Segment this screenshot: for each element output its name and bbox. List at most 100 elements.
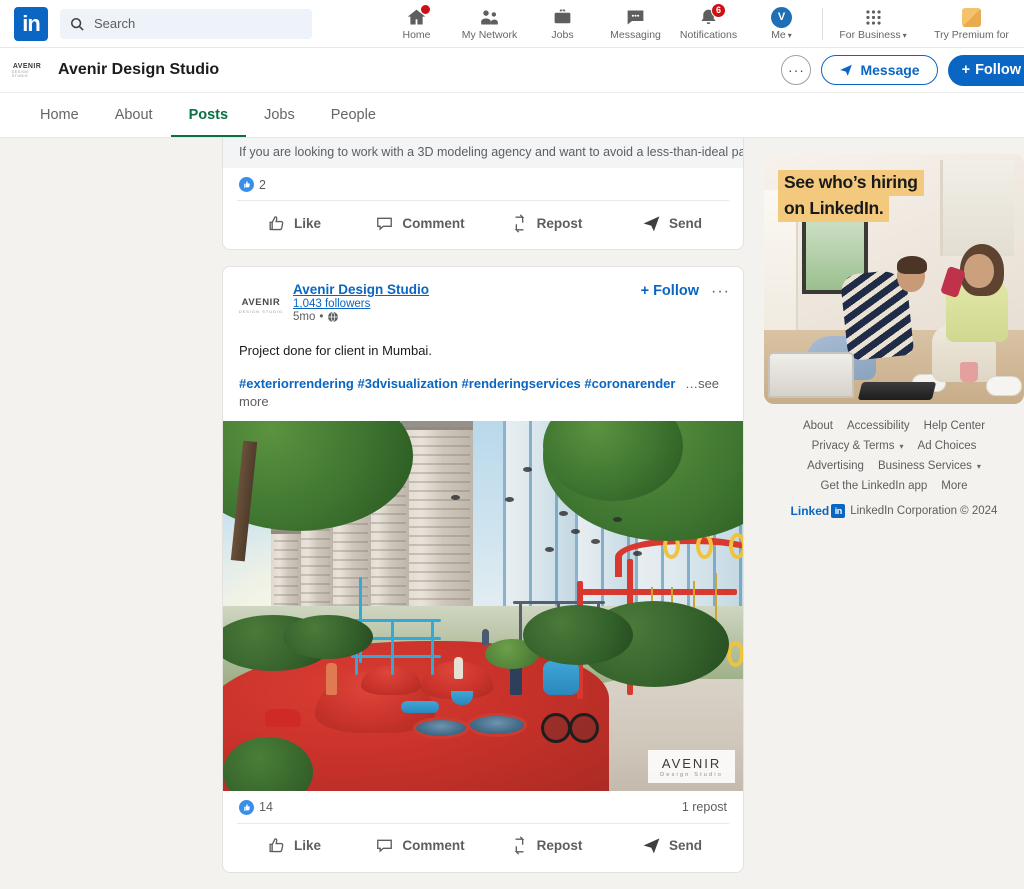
linkedin-wordmark-icon: Linked in — [791, 504, 846, 518]
post-image[interactable]: AVENIR Design Studio — [223, 421, 743, 791]
tab-home[interactable]: Home — [22, 92, 97, 137]
nav-item-notifications-label: Notifications — [680, 29, 737, 41]
post-reaction-count[interactable]: 2 — [259, 178, 266, 192]
search-input[interactable]: Search — [60, 9, 312, 39]
post-timestamp: 5mo • — [293, 311, 429, 323]
follow-button-label: Follow — [975, 62, 1021, 78]
home-icon — [406, 7, 427, 28]
like-button-label: Like — [294, 216, 321, 231]
messaging-icon — [625, 7, 646, 28]
ad-laptop-1 — [768, 352, 854, 398]
footer-link-advertising[interactable]: Advertising — [807, 460, 864, 472]
comment-bubble-icon — [375, 836, 394, 855]
repost-button-label: Repost — [537, 216, 583, 231]
blue-play-box — [543, 661, 579, 695]
ad-headline: See who’s hiring on LinkedIn. — [778, 170, 924, 222]
linkedin-square: in — [831, 504, 845, 518]
like-button[interactable]: Like — [231, 828, 357, 864]
nav-item-messaging[interactable]: Messaging — [599, 0, 672, 48]
post-author-name[interactable]: Avenir Design Studio — [293, 282, 429, 297]
premium-gold-icon — [962, 7, 981, 28]
tab-about[interactable]: About — [97, 92, 171, 137]
nav-item-jobs[interactable]: Jobs — [526, 0, 599, 48]
linkedin-logo-icon[interactable]: in — [14, 7, 48, 41]
post-reaction-count[interactable]: 14 — [259, 800, 273, 814]
post-menu-button[interactable]: ··· — [711, 283, 730, 301]
send-plane-icon — [642, 214, 661, 233]
page-title: Avenir Design Studio — [58, 61, 219, 79]
ad-person1-hair — [897, 256, 927, 274]
nav-item-try-premium[interactable]: Try Premium for — [919, 0, 1024, 48]
post-repost-count[interactable]: 1 repost — [682, 800, 727, 814]
footer-link-help-center[interactable]: Help Center — [924, 420, 985, 432]
post-hashtags: #exteriorrendering #3dvisualization #ren… — [223, 361, 743, 421]
image-watermark: AVENIR Design Studio — [648, 750, 735, 783]
send-button[interactable]: Send — [609, 205, 735, 241]
footer-link-about[interactable]: About — [803, 420, 833, 432]
footer-link-accessibility[interactable]: Accessibility — [847, 420, 910, 432]
nav-item-my-network[interactable]: My Network — [453, 0, 526, 48]
company-logo[interactable]: AVENIR DESIGN STUDIO — [12, 59, 42, 81]
tab-posts[interactable]: Posts — [171, 92, 247, 137]
more-options-button[interactable]: ··· — [781, 55, 811, 85]
footer-link-ad-choices[interactable]: Ad Choices — [918, 440, 977, 452]
footer-link-more[interactable]: More — [941, 480, 967, 492]
post-time-value: 5mo — [293, 311, 315, 323]
comment-button[interactable]: Comment — [357, 205, 483, 241]
repost-arrows-icon — [510, 836, 529, 855]
like-reaction-icon — [239, 177, 254, 192]
nav-item-home[interactable]: Home — [380, 0, 453, 48]
post-author-followers[interactable]: 1,043 followers — [293, 298, 429, 310]
message-button-label: Message — [860, 62, 919, 78]
repost-button[interactable]: Repost — [483, 828, 609, 864]
red-crossbar — [577, 589, 737, 595]
footer-link-get-app[interactable]: Get the LinkedIn app — [821, 480, 928, 492]
nav-item-messaging-label: Messaging — [610, 29, 661, 41]
thumbs-up-icon — [267, 214, 286, 233]
nav-item-me[interactable]: V Me▾ — [745, 0, 818, 48]
search-icon — [70, 17, 84, 31]
avatar-initial: V — [771, 7, 792, 28]
right-rail: See who’s hiring on LinkedIn. About Acce… — [764, 154, 1024, 518]
post-action-bar: Like Comment Repost — [223, 824, 743, 872]
sponsored-ad[interactable]: See who’s hiring on LinkedIn. — [764, 154, 1024, 404]
company-logo-line2: DESIGN STUDIO — [12, 70, 42, 78]
watermark-line1: AVENIR — [662, 756, 721, 771]
footer-link-business-services[interactable]: Business Services ▾ — [878, 460, 981, 472]
post-follow-button[interactable]: + Follow — [641, 283, 699, 299]
watermark-line2: Design Studio — [660, 772, 723, 778]
like-button-label: Like — [294, 838, 321, 853]
footer-row-3: Advertising Business Services ▾ — [770, 460, 1018, 472]
ad-window-right — [940, 160, 1014, 256]
company-header-bar: AVENIR DESIGN STUDIO Avenir Design Studi… — [0, 48, 1024, 93]
message-button[interactable]: Message — [821, 55, 937, 85]
hashtag-2[interactable]: #renderingservices — [462, 376, 581, 391]
footer-link-privacy-terms[interactable]: Privacy & Terms ▾ — [812, 440, 904, 452]
post-author-avatar[interactable]: AVENIR DESIGN STUDIO — [237, 281, 285, 329]
send-button[interactable]: Send — [609, 828, 735, 864]
nav-item-notifications[interactable]: 6 Notifications — [672, 0, 745, 48]
nav-item-for-business[interactable]: For Business▾ — [827, 0, 919, 48]
post-avatar-line2: DESIGN STUDIO — [239, 309, 284, 314]
hedge-left-2 — [283, 615, 373, 659]
tab-people[interactable]: People — [313, 92, 394, 137]
nav-item-jobs-label: Jobs — [551, 29, 573, 41]
comment-button-label: Comment — [402, 216, 464, 231]
hashtag-0[interactable]: #exteriorrendering — [239, 376, 354, 391]
comment-button[interactable]: Comment — [357, 828, 483, 864]
home-badge — [420, 4, 431, 15]
post-body-text: Project done for client in Mumbai. — [223, 329, 743, 361]
linkedin-word: Linked — [791, 504, 830, 518]
hashtag-1[interactable]: #3dvisualization — [358, 376, 458, 391]
like-button[interactable]: Like — [231, 205, 357, 241]
blue-play-shape-1 — [401, 701, 439, 713]
repost-button[interactable]: Repost — [483, 205, 609, 241]
feed-column: If you are looking to work with a 3D mod… — [222, 138, 744, 889]
notifications-badge: 6 — [711, 3, 726, 18]
footer-link-privacy-terms-label: Privacy & Terms — [812, 440, 895, 452]
company-actions: ··· Message + Follow — [781, 55, 1024, 86]
tab-jobs[interactable]: Jobs — [246, 92, 313, 137]
global-navigation-bar: in Search Home My Network — [0, 0, 1024, 48]
follow-button[interactable]: + Follow — [948, 55, 1024, 86]
hashtag-3[interactable]: #coronarender — [584, 376, 675, 391]
